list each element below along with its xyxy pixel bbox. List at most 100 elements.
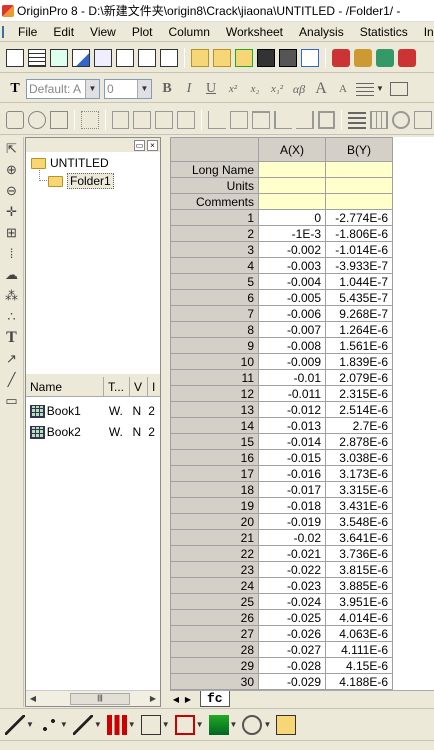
rectangle-tool-icon[interactable]: ▭: [3, 392, 21, 410]
meta-cell[interactable]: [258, 177, 326, 194]
chevron-down-icon[interactable]: ▼: [376, 84, 384, 93]
meta-cell[interactable]: [325, 161, 393, 178]
cell-a[interactable]: 0: [258, 209, 326, 226]
cell-a[interactable]: -0.012: [258, 401, 326, 418]
row-number[interactable]: 29: [170, 657, 259, 674]
cell-a[interactable]: -0.013: [258, 417, 326, 434]
cell-a[interactable]: -0.006: [258, 305, 326, 322]
close-icon[interactable]: ×: [147, 139, 158, 151]
sheet-properties-icon[interactable]: [49, 110, 68, 129]
menu-more[interactable]: In: [416, 25, 434, 39]
cell-a[interactable]: -0.027: [258, 641, 326, 658]
column-header-b[interactable]: B(Y): [325, 137, 393, 162]
grid-icon[interactable]: [370, 110, 389, 129]
chevron-down-icon[interactable]: ▼: [128, 720, 136, 729]
col-header-name[interactable]: Name: [26, 377, 104, 396]
row-number[interactable]: 7: [170, 305, 259, 322]
new-excel-icon[interactable]: [50, 48, 68, 67]
italic-button[interactable]: I: [180, 80, 198, 98]
import-ascii-icon[interactable]: [332, 48, 350, 67]
cell-b[interactable]: -1.806E-6: [325, 225, 393, 242]
align-icon[interactable]: [356, 81, 374, 96]
cell-b[interactable]: 2.315E-6: [325, 385, 393, 402]
row-number[interactable]: 21: [170, 529, 259, 546]
row-number[interactable]: 12: [170, 385, 259, 402]
menu-edit[interactable]: Edit: [45, 25, 82, 39]
cell-b[interactable]: -1.014E-6: [325, 241, 393, 258]
menu-column[interactable]: Column: [161, 25, 218, 39]
cell-a[interactable]: -0.016: [258, 465, 326, 482]
row-number[interactable]: 16: [170, 449, 259, 466]
zoom-lens-icon[interactable]: [27, 110, 46, 129]
line-tool-icon[interactable]: ╱: [3, 371, 21, 389]
cell-b[interactable]: 2.878E-6: [325, 433, 393, 450]
greek-button[interactable]: αβ: [290, 80, 308, 98]
data-selector-icon[interactable]: [80, 110, 99, 129]
tab-sheet[interactable]: fc: [200, 691, 230, 707]
screen-reader-icon[interactable]: ✛: [3, 203, 21, 221]
cell-b[interactable]: 1.044E-7: [325, 273, 393, 290]
list-item[interactable]: Book1 W. N 2: [26, 401, 160, 421]
row-number[interactable]: 4: [170, 257, 259, 274]
cell-a[interactable]: -0.009: [258, 353, 326, 370]
row-number[interactable]: 2: [170, 225, 259, 242]
cell-a[interactable]: -0.008: [258, 337, 326, 354]
cell-a[interactable]: -0.02: [258, 529, 326, 546]
row-number[interactable]: 20: [170, 513, 259, 530]
cell-a[interactable]: -0.015: [258, 449, 326, 466]
cell-b[interactable]: 4.111E-6: [325, 641, 393, 658]
mask-points-icon[interactable]: ⁂: [3, 287, 21, 305]
open-template-icon[interactable]: [213, 48, 231, 67]
cell-b[interactable]: 1.561E-6: [325, 337, 393, 354]
new-graph-icon[interactable]: [72, 48, 90, 67]
tree-root-folder[interactable]: UNTITLED: [31, 156, 109, 170]
cell-a[interactable]: -0.002: [258, 241, 326, 258]
cell-b[interactable]: 3.951E-6: [325, 593, 393, 610]
cell-a[interactable]: -0.024: [258, 593, 326, 610]
meta-cell[interactable]: [325, 193, 393, 210]
new-notes-icon[interactable]: [160, 48, 178, 67]
cell-a[interactable]: -0.019: [258, 513, 326, 530]
polar-plot-icon[interactable]: [242, 714, 263, 735]
row-number[interactable]: 26: [170, 609, 259, 626]
chevron-down-icon[interactable]: ▼: [230, 720, 238, 729]
pointer-icon[interactable]: ⇱: [3, 140, 21, 158]
open-excel-icon[interactable]: [235, 48, 253, 67]
row-number[interactable]: 13: [170, 401, 259, 418]
cell-a[interactable]: -0.028: [258, 657, 326, 674]
menu-view[interactable]: View: [82, 25, 124, 39]
new-layout-icon[interactable]: [138, 48, 156, 67]
row-number[interactable]: 23: [170, 561, 259, 578]
chevron-down-icon[interactable]: ▼: [85, 79, 99, 98]
axis-full-icon[interactable]: [317, 110, 336, 129]
refresh-icon[interactable]: [392, 110, 411, 129]
new-worksheet-icon[interactable]: [28, 48, 46, 67]
font-size-select[interactable]: 0 ▼: [104, 78, 152, 99]
meta-cell[interactable]: [325, 177, 393, 194]
row-number[interactable]: 9: [170, 337, 259, 354]
zoom-out-icon[interactable]: ⊖: [3, 182, 21, 200]
cell-b[interactable]: 3.641E-6: [325, 529, 393, 546]
meta-cell[interactable]: [258, 161, 326, 178]
cell-b[interactable]: 4.014E-6: [325, 609, 393, 626]
new-project-icon[interactable]: [6, 48, 24, 67]
cell-b[interactable]: 1.839E-6: [325, 353, 393, 370]
chevron-down-icon[interactable]: ▼: [196, 720, 204, 729]
row-number[interactable]: 28: [170, 641, 259, 658]
row-number[interactable]: 11: [170, 369, 259, 386]
cell-b[interactable]: 3.736E-6: [325, 545, 393, 562]
axis-top-icon[interactable]: [251, 110, 270, 129]
line-symbol-plot-icon[interactable]: [72, 714, 93, 735]
menu-file[interactable]: File: [10, 25, 45, 39]
row-number[interactable]: 3: [170, 241, 259, 258]
cell-a[interactable]: -0.018: [258, 497, 326, 514]
tab-next-icon[interactable]: ▶: [182, 695, 194, 704]
open-icon[interactable]: [191, 48, 209, 67]
supersubscript-button[interactable]: x₁²: [268, 80, 286, 98]
cell-b[interactable]: 2.7E-6: [325, 417, 393, 434]
save-template-icon[interactable]: [279, 48, 297, 67]
import-wizard-icon[interactable]: [376, 48, 394, 67]
data-selector-icon[interactable]: ⁞: [3, 245, 21, 263]
cell-a[interactable]: -0.022: [258, 561, 326, 578]
cell-a[interactable]: -0.007: [258, 321, 326, 338]
